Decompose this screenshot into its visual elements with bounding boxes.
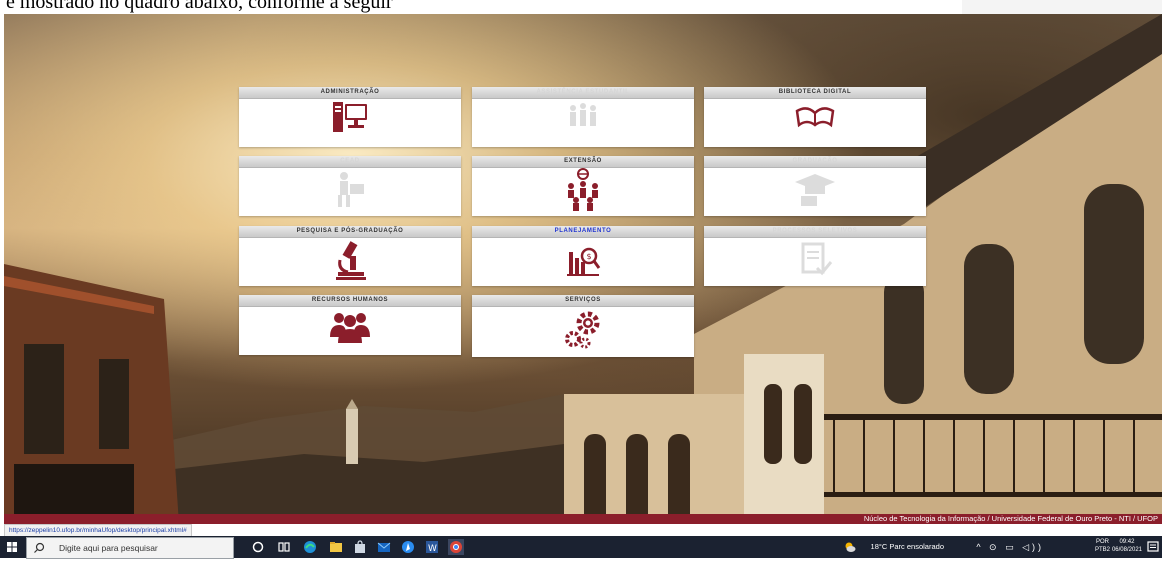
tile-label: PROCESSOS SELETIVOS — [704, 226, 926, 238]
language-indicator[interactable]: POR PTB2 — [1095, 538, 1110, 554]
document-top-strip: é mostrado no quadro abaixo, conforme a … — [0, 0, 1162, 14]
store-icon[interactable] — [352, 539, 368, 555]
tile-label: GRADUAÇÃO — [704, 156, 926, 168]
notification-icon[interactable] — [1147, 541, 1159, 553]
checklist-icon — [704, 238, 926, 286]
tile-cead: CEAD — [239, 156, 461, 216]
tile-label: ASSISTÊNCIA ESTUDANTIL — [472, 87, 694, 99]
mail-icon[interactable] — [376, 539, 392, 555]
search-icon — [34, 542, 45, 553]
svg-text:W: W — [428, 544, 437, 554]
tile-assistencia-estudantil: ASSISTÊNCIA ESTUDANTIL — [472, 87, 694, 147]
chrome-icon[interactable] — [448, 539, 464, 555]
svg-text:$: $ — [587, 252, 592, 261]
finance-chart-icon: $ — [472, 238, 694, 286]
tile-planejamento[interactable]: PLANEJAMENTO $ — [472, 226, 694, 286]
document-text-fragment: é mostrado no quadro abaixo, conforme a … — [6, 0, 393, 13]
clock-date: 06/08/2021 — [1111, 547, 1142, 553]
search-placeholder: Digite aqui para pesquisar — [59, 543, 158, 553]
tile-pesquisa-pos-graduacao[interactable]: PESQUISA E PÓS-GRADUAÇÃO — [239, 226, 461, 286]
tile-servicos[interactable]: SERVIÇOS — [472, 295, 694, 357]
tile-graduacao: GRADUAÇÃO — [704, 156, 926, 216]
language-code: POR — [1095, 539, 1109, 545]
gears-icon — [472, 307, 694, 355]
tile-biblioteca-digital[interactable]: BIBLIOTECA DIGITAL — [704, 87, 926, 147]
browser-compass-icon[interactable] — [400, 539, 416, 555]
distance-learner-icon — [239, 168, 461, 216]
taskbar-search-box[interactable]: Digite aqui para pesquisar — [26, 537, 234, 559]
clock[interactable]: 09:42 06/08/2021 — [1112, 538, 1142, 554]
windows-taskbar: Digite aqui para pesquisar W 18°C Parc e… — [0, 536, 1162, 559]
file-explorer-icon[interactable] — [328, 539, 344, 555]
tile-processos-seletivos: PROCESSOS SELETIVOS — [704, 226, 926, 286]
weather-sun-cloud-icon — [845, 542, 856, 552]
tile-label: EXTENSÃO — [472, 156, 694, 168]
task-view-icon[interactable] — [276, 539, 292, 555]
open-book-icon — [704, 99, 926, 147]
edge-browser-icon[interactable] — [302, 539, 318, 555]
graduation-cap-icon — [704, 168, 926, 216]
tile-extensao[interactable]: EXTENSÃO — [472, 156, 694, 216]
portal-desktop: ADMINISTRAÇÃO ASSISTÊNCIA ESTUDANTIL BIB… — [4, 14, 1162, 524]
tray-icons[interactable]: ^ ⊙ ▭ ◁)) — [976, 536, 1044, 558]
footer-bar: Núcleo de Tecnologia da Informação / Uni… — [4, 514, 1162, 524]
tile-label: PLANEJAMENTO — [472, 226, 694, 238]
tile-label: PESQUISA E PÓS-GRADUAÇÃO — [239, 226, 461, 238]
tile-label: RECURSOS HUMANOS — [239, 295, 461, 307]
globe-community-icon — [472, 168, 694, 216]
document-box — [962, 0, 1162, 14]
tile-label: BIBLIOTECA DIGITAL — [704, 87, 926, 99]
keyboard-layout: PTB2 — [1094, 547, 1110, 553]
footer-credit: Núcleo de Tecnologia da Informação / Uni… — [863, 514, 1158, 523]
tile-recursos-humanos[interactable]: RECURSOS HUMANOS — [239, 295, 461, 355]
weather-text[interactable]: 18°C Parc ensolarado — [871, 536, 944, 558]
tile-label: ADMINISTRAÇÃO — [239, 87, 461, 99]
people-group-icon — [472, 99, 694, 147]
tile-administracao[interactable]: ADMINISTRAÇÃO — [239, 87, 461, 147]
system-tray: 18°C Parc ensolarado ^ ⊙ ▭ ◁)) POR PTB2 … — [802, 536, 1162, 558]
team-icon — [239, 307, 461, 355]
tile-label: CEAD — [239, 156, 461, 168]
computer-icon — [239, 99, 461, 147]
tile-label: SERVIÇOS — [472, 295, 694, 307]
word-icon[interactable]: W — [424, 539, 440, 555]
start-button[interactable] — [0, 536, 24, 558]
clock-time: 09:42 — [1119, 539, 1135, 545]
cortana-icon[interactable] — [250, 539, 266, 555]
microscope-icon — [239, 238, 461, 286]
windows-logo-icon — [7, 542, 17, 552]
